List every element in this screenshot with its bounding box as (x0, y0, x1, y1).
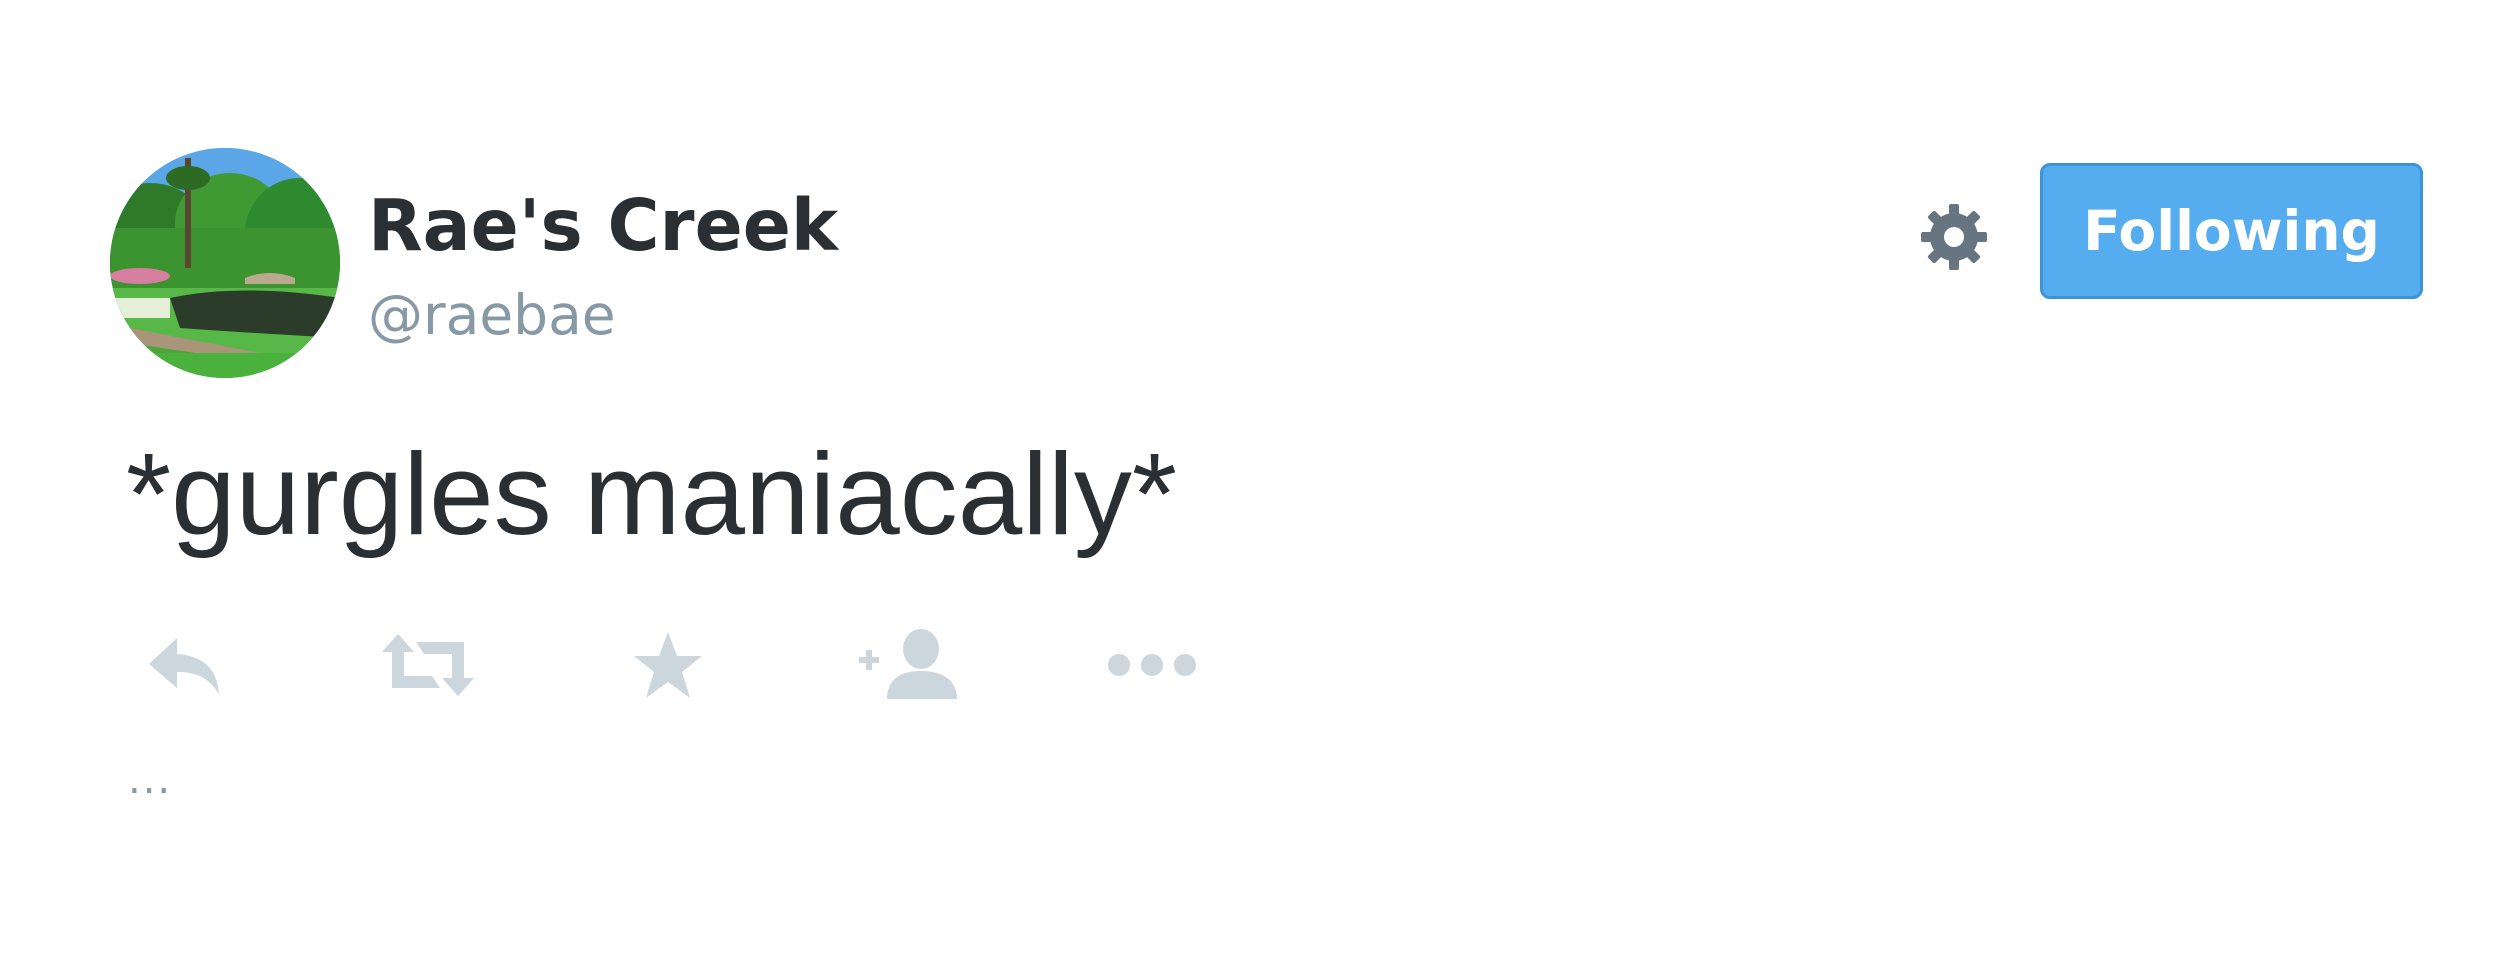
avatar[interactable] (110, 148, 340, 378)
star-icon (634, 632, 702, 698)
gear-icon[interactable] (1918, 201, 1990, 273)
following-button[interactable]: Following (2040, 163, 2423, 299)
reply-button[interactable] (140, 620, 230, 710)
avatar-image (110, 148, 340, 378)
retweet-button[interactable] (378, 620, 478, 710)
follow-user-button[interactable] (856, 620, 966, 710)
add-user-icon (859, 629, 957, 699)
favorite-button[interactable] (628, 620, 708, 710)
tweet-card: Rae's Creek @raebae Following *gurgles m… (0, 0, 2500, 974)
tweet-text: *gurgles maniacally* (126, 429, 1177, 559)
more-dots-icon (1108, 654, 1196, 676)
retweet-icon (382, 634, 474, 696)
footer-ellipsis: ... (128, 757, 173, 803)
display-name[interactable]: Rae's Creek (368, 190, 838, 261)
more-button[interactable] (1106, 620, 1198, 710)
user-handle[interactable]: @raebae (368, 288, 616, 343)
reply-icon (149, 638, 219, 694)
